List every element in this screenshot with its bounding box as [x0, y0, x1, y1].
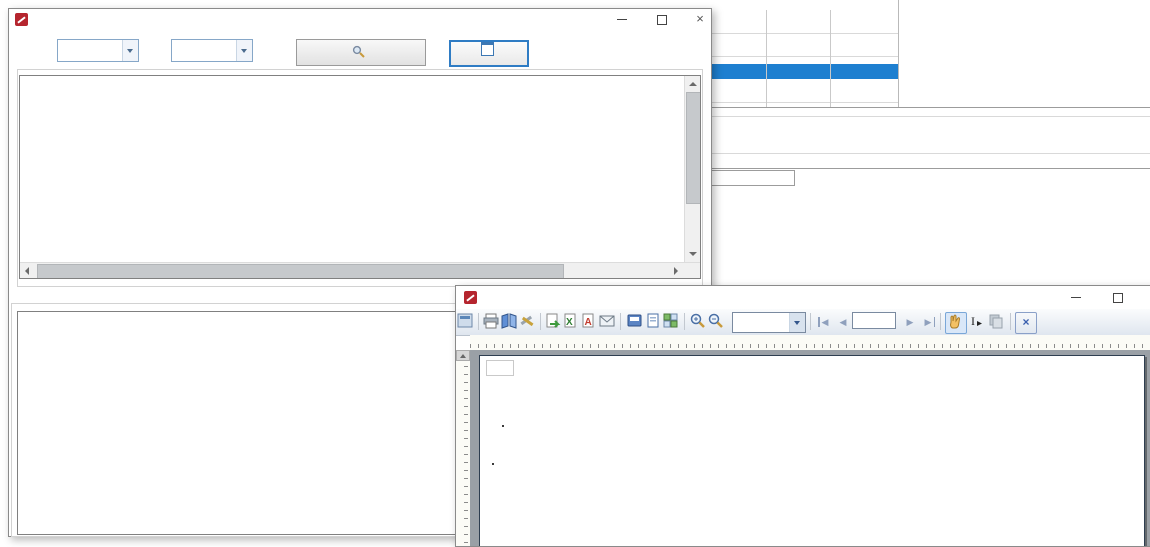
last-page-button[interactable]: ▶: [918, 312, 938, 332]
search-icon: [352, 45, 365, 58]
preview-icon[interactable]: [457, 312, 477, 332]
payable-detail-table: [19, 75, 701, 279]
chevron-down-icon[interactable]: [122, 40, 138, 61]
svg-text:I: I: [971, 314, 975, 328]
first-page-button[interactable]: ◀: [815, 312, 835, 332]
page-icon[interactable]: [644, 312, 664, 332]
report-info-table: [502, 425, 504, 427]
report-toolbar: X A ◀ ◀ ▶ ▶ I ×: [456, 309, 1150, 336]
export-icon[interactable]: [544, 312, 564, 332]
scroll-left-button[interactable]: [20, 263, 36, 279]
excel-icon[interactable]: X: [562, 312, 582, 332]
titlebar[interactable]: ×: [456, 286, 1150, 309]
next-page-button[interactable]: ▶: [900, 312, 920, 332]
horizontal-ruler: [470, 335, 1150, 351]
window-form-icon: [481, 42, 494, 56]
to-date-combobox[interactable]: [171, 39, 253, 62]
print-setup-icon[interactable]: [626, 312, 646, 332]
zoom-in-icon[interactable]: [689, 312, 709, 332]
detail-table-header[interactable]: [20, 76, 700, 96]
payable-table-body: [18, 340, 470, 534]
report-page: [479, 355, 1145, 546]
hand-tool-icon[interactable]: [945, 312, 967, 334]
chevron-down-icon[interactable]: [236, 40, 252, 61]
report-detail-table: [492, 463, 494, 465]
horizontal-scrollbar[interactable]: [20, 262, 700, 279]
preview-area[interactable]: [456, 350, 1150, 546]
page-indicator[interactable]: [852, 312, 896, 329]
vertical-scroll-thumb[interactable]: [686, 92, 701, 204]
ruler-scroll-button[interactable]: [456, 350, 470, 361]
horizontal-scroll-thumb[interactable]: [37, 264, 564, 279]
maximize-button[interactable]: [1110, 289, 1126, 305]
close-preview-icon[interactable]: ×: [1015, 312, 1037, 334]
scroll-up-button[interactable]: [685, 76, 701, 92]
mail-icon[interactable]: [598, 312, 618, 332]
copy-tool-icon[interactable]: [987, 312, 1007, 332]
minimize-button[interactable]: [614, 11, 630, 27]
query-button[interactable]: [296, 39, 426, 66]
vertical-scrollbar[interactable]: [684, 76, 701, 262]
page-margin-mark: [486, 360, 514, 376]
app-icon: [464, 291, 477, 304]
from-date-combobox[interactable]: [57, 39, 139, 62]
minimize-button[interactable]: [1068, 289, 1084, 305]
maximize-button[interactable]: [654, 11, 670, 27]
app-icon: [15, 13, 28, 26]
scroll-right-button[interactable]: [668, 263, 684, 279]
svg-text:X: X: [566, 317, 573, 328]
titlebar[interactable]: ×: [9, 9, 711, 30]
payable-table-header[interactable]: [18, 312, 470, 340]
chevron-down-icon[interactable]: [789, 313, 805, 332]
scroll-down-button[interactable]: [685, 246, 701, 262]
payable-table: [17, 311, 471, 535]
close-button[interactable]: ×: [692, 11, 708, 27]
inbound-detail-button[interactable]: [449, 40, 529, 67]
multi-page-icon[interactable]: [662, 312, 682, 332]
zoom-out-icon[interactable]: [707, 312, 727, 332]
book-icon[interactable]: [500, 312, 520, 332]
svg-text:A: A: [585, 317, 592, 328]
vertical-ruler: [456, 350, 471, 546]
pdf-icon[interactable]: A: [580, 312, 600, 332]
zoom-level-combobox[interactable]: [732, 312, 806, 333]
report-print-window: × X A ◀ ◀ ▶ ▶ I ×: [455, 285, 1150, 547]
prev-page-button[interactable]: ◀: [833, 312, 853, 332]
settings-icon[interactable]: [518, 312, 538, 332]
detail-table-body: [20, 96, 684, 262]
print-icon[interactable]: [482, 312, 502, 332]
text-select-tool-icon[interactable]: I: [967, 312, 987, 332]
